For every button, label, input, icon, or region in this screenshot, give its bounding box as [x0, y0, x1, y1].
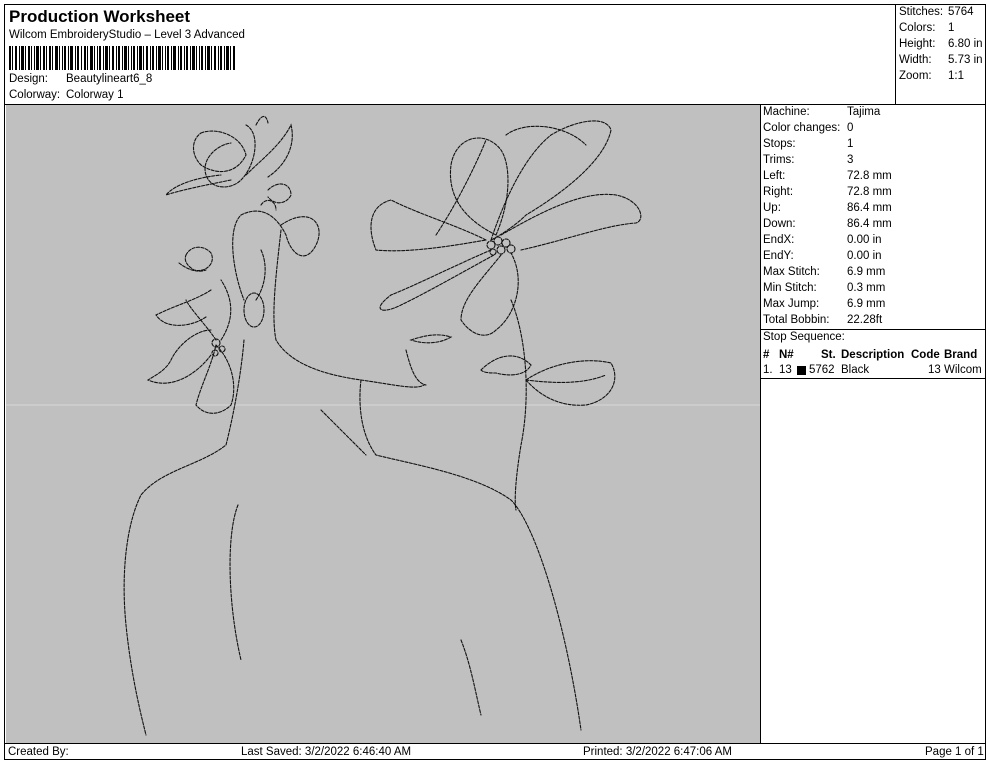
width-label: Width:	[899, 54, 932, 66]
color-changes-row: Color changes: 0	[763, 122, 853, 134]
colors-row: Colors: 1	[899, 22, 954, 34]
design-label: Design:	[9, 73, 48, 85]
sequence-divider	[761, 378, 985, 379]
worksheet-title: Production Worksheet	[9, 7, 191, 26]
right-value: 72.8 mm	[847, 186, 892, 198]
last-saved: Last Saved: 3/2/2022 6:46:40 AM	[241, 746, 412, 758]
width-value: 5.73 in	[948, 54, 983, 66]
height-row: Height: 6.80 in	[899, 38, 983, 50]
max-jump-row: Max Jump: 6.9 mm	[763, 298, 885, 310]
min-stitch-row: Min Stitch: 0.3 mm	[763, 282, 885, 294]
col-brand: Brand	[944, 349, 978, 361]
zoom-value: 1:1	[948, 70, 964, 82]
colors-label: Colors:	[899, 22, 936, 34]
total-bobbin-label: Total Bobbin:	[763, 314, 830, 326]
color-changes-value: 0	[847, 122, 854, 134]
worksheet-footer: Created By: Last Saved: 3/2/2022 6:46:40…	[5, 743, 985, 761]
row-index: 1.	[763, 364, 773, 376]
zoom-row: Zoom: 1:1	[899, 70, 964, 82]
row-description: Black	[841, 364, 870, 376]
col-index: #	[763, 349, 770, 361]
endx-value: 0.00 in	[847, 234, 882, 246]
max-stitch-label: Max Stitch:	[763, 266, 820, 278]
endx-label: EndX:	[763, 234, 795, 246]
up-row: Up: 86.4 mm	[763, 202, 892, 214]
max-jump-label: Max Jump:	[763, 298, 820, 310]
max-stitch-value: 6.9 mm	[847, 266, 886, 278]
endy-row: EndY: 0.00 in	[763, 250, 882, 262]
created-by: Created By:	[8, 746, 69, 758]
production-worksheet: Production Worksheet Wilcom EmbroiderySt…	[4, 4, 986, 760]
barcode-icon	[9, 46, 235, 70]
down-value: 86.4 mm	[847, 218, 892, 230]
page-number: Page 1 of 1	[925, 746, 984, 758]
height-value: 6.80 in	[948, 38, 983, 50]
colorway-row: Colorway: Colorway 1	[9, 89, 124, 101]
stop-sequence-title: Stop Sequence:	[763, 331, 845, 343]
printed-date: Printed: 3/2/2022 6:47:06 AM	[583, 746, 732, 758]
stops-label: Stops:	[763, 138, 796, 150]
info-divider	[761, 329, 985, 330]
row-code: 13	[928, 364, 941, 376]
stitches-row: Stitches: 5764	[899, 6, 974, 18]
max-stitch-row: Max Stitch: 6.9 mm	[763, 266, 885, 278]
machine-label: Machine:	[763, 106, 810, 118]
worksheet-header: Production Worksheet Wilcom EmbroiderySt…	[5, 5, 897, 105]
down-row: Down: 86.4 mm	[763, 218, 892, 230]
up-label: Up:	[763, 202, 781, 214]
row-n: 13	[779, 364, 792, 376]
row-brand: Wilcom	[944, 364, 982, 376]
col-description: Description	[841, 349, 905, 361]
trims-value: 3	[847, 154, 854, 166]
down-label: Down:	[763, 218, 796, 230]
left-row: Left: 72.8 mm	[763, 170, 892, 182]
up-value: 86.4 mm	[847, 202, 892, 214]
design-value: Beautylineart6_8	[66, 73, 153, 85]
total-bobbin-row: Total Bobbin: 22.28ft	[763, 314, 882, 326]
colorway-label: Colorway:	[9, 89, 61, 101]
endy-value: 0.00 in	[847, 250, 882, 262]
software-name: Wilcom EmbroideryStudio – Level 3 Advanc…	[9, 29, 245, 41]
total-bobbin-value: 22.28ft	[847, 314, 883, 326]
design-row: Design: Beautylineart6_8	[9, 73, 152, 85]
height-label: Height:	[899, 38, 936, 50]
endx-row: EndX: 0.00 in	[763, 234, 882, 246]
min-stitch-value: 0.3 mm	[847, 282, 886, 294]
col-stitches: St.	[821, 349, 836, 361]
stops-value: 1	[847, 138, 854, 150]
machine-row: Machine: Tajima	[763, 106, 880, 118]
design-stats: Stitches: 5764 Colors: 1 Height: 6.80 in Wi…	[895, 5, 987, 105]
trims-row: Trims: 3	[763, 154, 853, 166]
col-code: Code	[911, 349, 940, 361]
col-n: N#	[779, 349, 794, 361]
stitches-value: 5764	[948, 6, 974, 18]
color-changes-label: Color changes:	[763, 122, 841, 134]
machine-value: Tajima	[847, 106, 881, 118]
row-stitches: 5762	[809, 364, 835, 376]
min-stitch-label: Min Stitch:	[763, 282, 817, 294]
trims-label: Trims:	[763, 154, 795, 166]
left-label: Left:	[763, 170, 786, 182]
right-row: Right: 72.8 mm	[763, 186, 892, 198]
stops-row: Stops: 1	[763, 138, 853, 150]
left-value: 72.8 mm	[847, 170, 892, 182]
endy-label: EndY:	[763, 250, 794, 262]
embroidery-line-art	[6, 115, 760, 736]
width-row: Width: 5.73 in	[899, 54, 983, 66]
max-jump-value: 6.9 mm	[847, 298, 886, 310]
design-preview	[6, 105, 761, 743]
color-swatch	[797, 366, 806, 375]
colors-value: 1	[948, 22, 955, 34]
stitches-label: Stitches:	[899, 6, 944, 18]
zoom-label: Zoom:	[899, 70, 932, 82]
right-label: Right:	[763, 186, 794, 198]
colorway-value: Colorway 1	[66, 89, 124, 101]
